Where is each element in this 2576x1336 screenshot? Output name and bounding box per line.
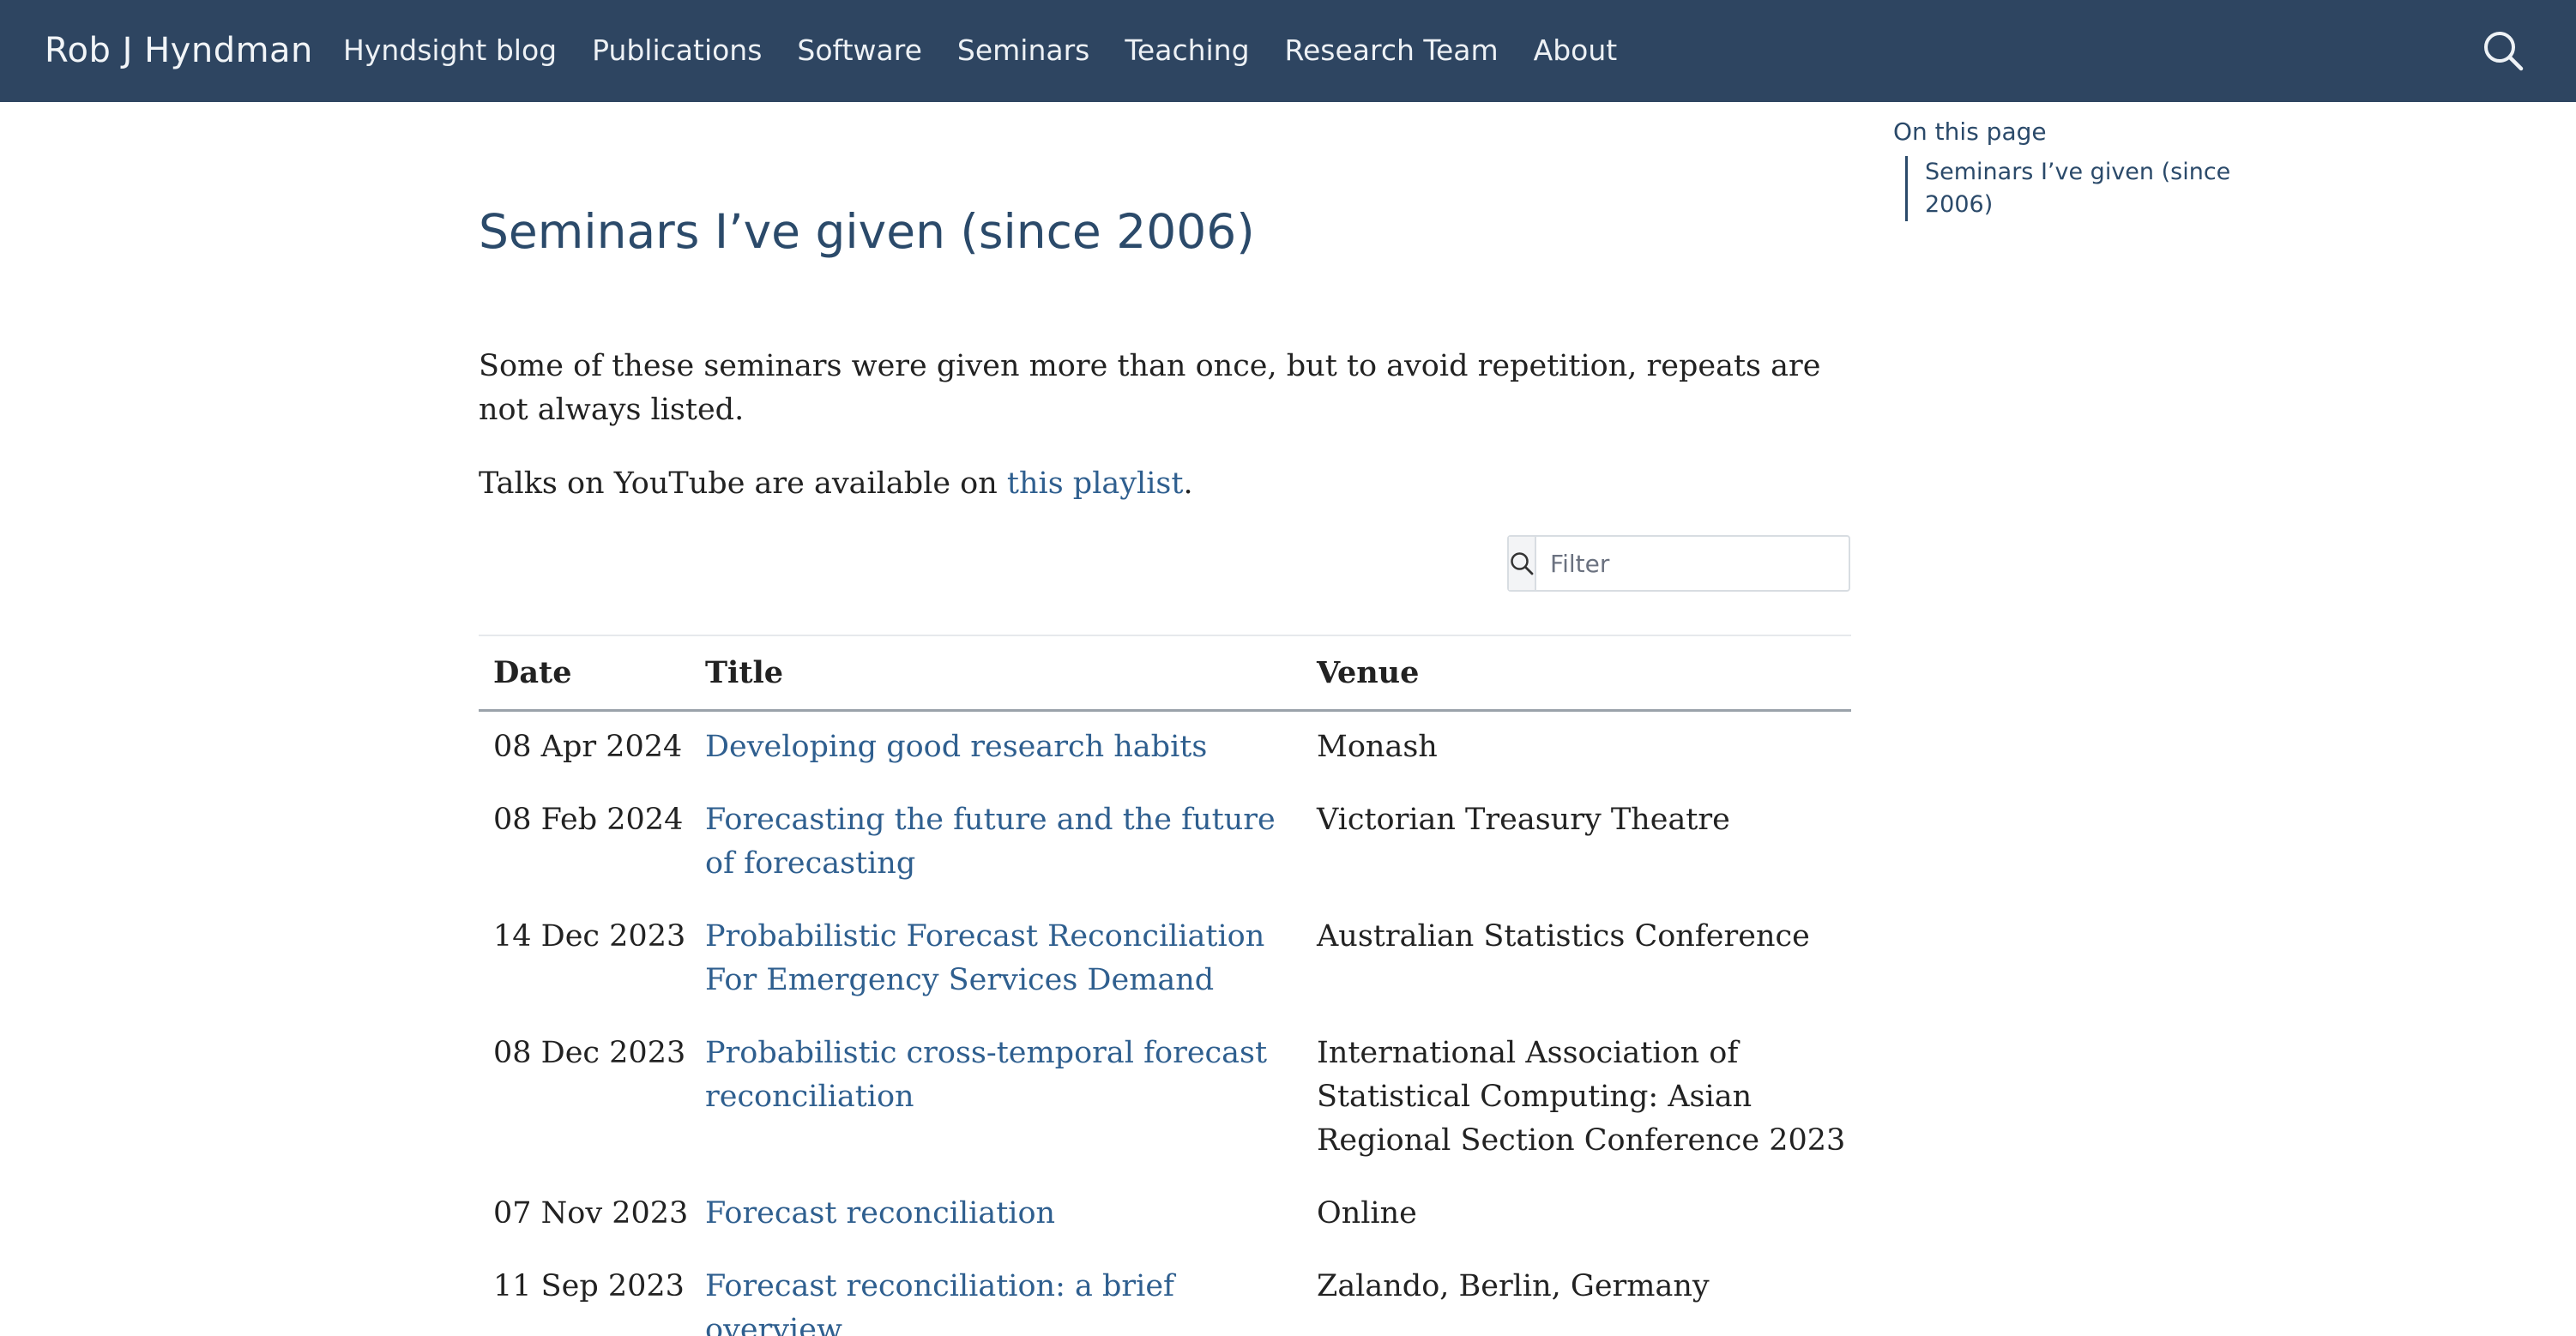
- seminar-title-link[interactable]: Forecasting the future and the future of…: [705, 803, 1276, 881]
- title-cell: Probabilistic Forecast Reconciliation Fo…: [691, 901, 1302, 1018]
- nav-item-hyndsight-blog[interactable]: Hyndsight blog: [343, 29, 557, 72]
- venue-cell: Online: [1317, 1196, 1417, 1231]
- column-header-title[interactable]: Title: [691, 635, 1302, 711]
- date-cell: 14 Dec 2023: [493, 919, 686, 954]
- date-cell: 08 Feb 2024: [493, 803, 684, 837]
- toc-item-seminars[interactable]: Seminars I’ve given (since 2006): [1905, 156, 2242, 221]
- filter-icon-box: [1509, 537, 1536, 590]
- venue-cell: Australian Statistics Conference: [1317, 919, 1810, 954]
- nav-item-about[interactable]: About: [1534, 29, 1618, 72]
- seminar-title-link[interactable]: Probabilistic cross-temporal forecast re…: [705, 1036, 1267, 1114]
- site-brand[interactable]: Rob J Hyndman: [45, 26, 313, 75]
- top-navbar: Rob J Hyndman Hyndsight blog Publication…: [0, 0, 2576, 102]
- nav-item-seminars[interactable]: Seminars: [957, 29, 1089, 72]
- talks-prefix: Talks on YouTube are available on: [479, 466, 1007, 501]
- nav-item-teaching[interactable]: Teaching: [1125, 29, 1249, 72]
- playlist-link[interactable]: this playlist: [1007, 466, 1184, 501]
- venue-cell: Monash: [1317, 730, 1438, 764]
- search-icon[interactable]: [2482, 29, 2525, 72]
- venue-cell: Victorian Treasury Theatre: [1317, 803, 1730, 837]
- table-row: 11 Sep 2023 Forecast reconciliation: a b…: [479, 1251, 1851, 1336]
- talks-paragraph: Talks on YouTube are available on this p…: [479, 462, 1193, 506]
- date-cell: 08 Apr 2024: [493, 730, 683, 764]
- nav-item-software[interactable]: Software: [797, 29, 921, 72]
- intro-paragraph: Some of these seminars were given more t…: [479, 349, 1821, 427]
- seminar-title-link[interactable]: Forecast reconciliation: [705, 1196, 1055, 1231]
- seminars-table-wrapper: Date Title Venue 08 Apr 2024 Developing …: [479, 635, 1851, 1336]
- table-row: 14 Dec 2023 Probabilistic Forecast Recon…: [479, 901, 1851, 1018]
- table-row: 08 Dec 2023 Probabilistic cross-temporal…: [479, 1018, 1851, 1178]
- venue-cell: Zalando, Berlin, Germany: [1317, 1269, 1710, 1303]
- toc-title: On this page: [1893, 117, 2047, 146]
- table-row: 08 Feb 2024 Forecasting the future and t…: [479, 785, 1851, 901]
- seminar-title-link[interactable]: Developing good research habits: [705, 730, 1207, 764]
- page-title: Seminars I’ve given (since 2006): [479, 204, 1255, 259]
- date-cell: 08 Dec 2023: [493, 1036, 686, 1070]
- date-cell: 11 Sep 2023: [493, 1269, 685, 1303]
- title-cell: Forecast reconciliation: [691, 1178, 1302, 1251]
- nav-item-publications[interactable]: Publications: [592, 29, 762, 72]
- talks-suffix: .: [1183, 466, 1193, 501]
- date-cell: 07 Nov 2023: [493, 1196, 689, 1231]
- title-cell: Probabilistic cross-temporal forecast re…: [691, 1018, 1302, 1178]
- search-icon: [1511, 552, 1534, 575]
- filter-box: [1507, 535, 1851, 592]
- venue-cell: International Association of Statistical…: [1317, 1036, 1846, 1158]
- table-row: 08 Apr 2024 Developing good research hab…: [479, 711, 1851, 785]
- table-of-contents: On this page Seminars I’ve given (since …: [1893, 115, 2253, 221]
- seminar-title-link[interactable]: Probabilistic Forecast Reconciliation Fo…: [705, 919, 1264, 997]
- filter-input[interactable]: [1536, 537, 1851, 590]
- table-row: 07 Nov 2023 Forecast reconciliation Onli…: [479, 1178, 1851, 1251]
- column-header-date[interactable]: Date: [479, 635, 691, 711]
- table-header-row: Date Title Venue: [479, 635, 1851, 711]
- title-cell: Forecast reconciliation: a brief overvie…: [691, 1251, 1302, 1336]
- title-cell: Forecasting the future and the future of…: [691, 785, 1302, 901]
- nav-links: Hyndsight blog Publications Software Sem…: [343, 29, 1617, 72]
- seminar-title-link[interactable]: Forecast reconciliation: a brief overvie…: [705, 1269, 1174, 1336]
- column-header-venue[interactable]: Venue: [1302, 635, 1851, 711]
- nav-item-research-team[interactable]: Research Team: [1285, 29, 1499, 72]
- title-cell: Developing good research habits: [691, 711, 1302, 785]
- seminars-table: Date Title Venue 08 Apr 2024 Developing …: [479, 635, 1851, 1336]
